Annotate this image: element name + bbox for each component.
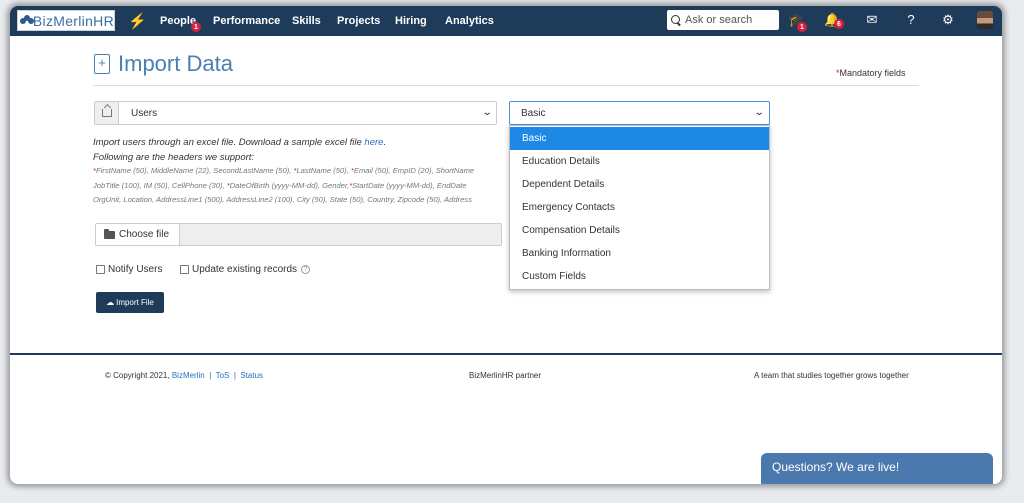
- chevron-down-icon: ⌄: [481, 107, 493, 118]
- chevron-down-icon: ⌄: [753, 107, 765, 118]
- footer-tagline: A team that studies together grows toget…: [754, 371, 909, 380]
- learning-badge: 1: [797, 22, 807, 32]
- info-icon[interactable]: ?: [301, 265, 311, 274]
- file-input[interactable]: Choose file: [95, 223, 502, 246]
- search-icon: [671, 14, 682, 26]
- dropdown-option-custom[interactable]: Custom Fields: [510, 265, 769, 288]
- dropdown-option-emergency[interactable]: Emergency Contacts: [510, 196, 769, 219]
- dropdown-option-basic[interactable]: Basic: [510, 127, 769, 150]
- update-existing-label: Update existing records: [192, 264, 298, 275]
- people-badge: 1: [191, 22, 201, 32]
- sample-file-link[interactable]: here: [364, 137, 383, 148]
- top-navbar: BizMerlinHR ⚡ People 1 Performance Skill…: [10, 6, 1002, 36]
- search-placeholder: Ask or search: [685, 14, 753, 26]
- avatar[interactable]: [977, 11, 993, 29]
- page-title: Import Data: [118, 51, 233, 76]
- footer-partner: BizMerlinHR partner: [469, 371, 542, 380]
- footer-copyright: © Copyright 2021, BizMerlin | ToS | Stat…: [105, 371, 264, 380]
- help-icon[interactable]: ?: [903, 12, 919, 27]
- search-input[interactable]: Ask or search: [667, 10, 779, 30]
- choose-file-button[interactable]: Choose file: [96, 224, 180, 245]
- headers-line-1: *FirstName (50), MiddleName (22), Second…: [93, 166, 475, 175]
- select-addon: [95, 102, 119, 124]
- bolt-icon[interactable]: ⚡: [128, 12, 147, 30]
- headers-intro: Following are the headers we support:: [93, 152, 255, 163]
- footer-divider: [10, 353, 1002, 355]
- file-add-icon: +: [94, 54, 110, 74]
- app-window: BizMerlinHR ⚡ People 1 Performance Skill…: [10, 6, 1002, 484]
- nav-hiring[interactable]: Hiring: [395, 15, 427, 27]
- entity-select-value: Users: [131, 108, 158, 119]
- import-file-button[interactable]: ☁ Import File: [96, 292, 164, 313]
- dropdown-option-dependent[interactable]: Dependent Details: [510, 173, 769, 196]
- dropdown-option-education[interactable]: Education Details: [510, 150, 769, 173]
- import-type-dropdown: Basic Education Details Dependent Detail…: [509, 125, 770, 290]
- checkbox-box[interactable]: [96, 265, 105, 274]
- logo-people-icon: [20, 14, 34, 27]
- import-type-select[interactable]: Basic ⌄: [509, 101, 770, 125]
- nav-analytics[interactable]: Analytics: [445, 15, 494, 27]
- nav-skills[interactable]: Skills: [292, 15, 321, 27]
- gear-icon[interactable]: ⚙: [940, 12, 956, 28]
- headers-line-3: OrgUnit, Location, AddressLine1 (500), A…: [93, 195, 472, 204]
- logo-text: BizMerlinHR: [32, 12, 114, 29]
- upload-tray-icon: [102, 109, 112, 117]
- bizmerlin-link[interactable]: BizMerlin: [172, 371, 205, 380]
- help-text: Import users through an excel file. Down…: [93, 137, 387, 148]
- tos-link[interactable]: ToS: [216, 371, 230, 380]
- live-chat-button[interactable]: Questions? We are live!: [761, 453, 993, 484]
- choose-file-label: Choose file: [119, 229, 170, 240]
- update-existing-checkbox[interactable]: Update existing records ?: [180, 264, 311, 275]
- checkbox-box[interactable]: [180, 265, 189, 274]
- mail-icon[interactable]: ✉: [864, 12, 880, 28]
- cloud-upload-icon: ☁: [106, 298, 115, 307]
- notify-users-checkbox[interactable]: Notify Users: [96, 264, 162, 275]
- divider: [93, 85, 919, 86]
- folder-open-icon: [104, 228, 115, 239]
- notification-badge: 6: [834, 19, 844, 29]
- headers-line-2: JobTitle (100), IM (50), CellPhone (30),…: [93, 181, 467, 190]
- mandatory-note: *Mandatory fields: [836, 68, 906, 78]
- nav-performance[interactable]: Performance: [213, 15, 280, 27]
- status-link[interactable]: Status: [240, 371, 263, 380]
- entity-select[interactable]: Users ⌄: [94, 101, 497, 125]
- dropdown-option-banking[interactable]: Banking Information: [510, 242, 769, 265]
- logo[interactable]: BizMerlinHR: [17, 10, 115, 31]
- import-file-label: Import File: [116, 298, 154, 307]
- notify-users-label: Notify Users: [108, 264, 163, 275]
- dropdown-option-compensation[interactable]: Compensation Details: [510, 219, 769, 242]
- nav-projects[interactable]: Projects: [337, 15, 380, 27]
- import-type-value: Basic: [521, 108, 546, 119]
